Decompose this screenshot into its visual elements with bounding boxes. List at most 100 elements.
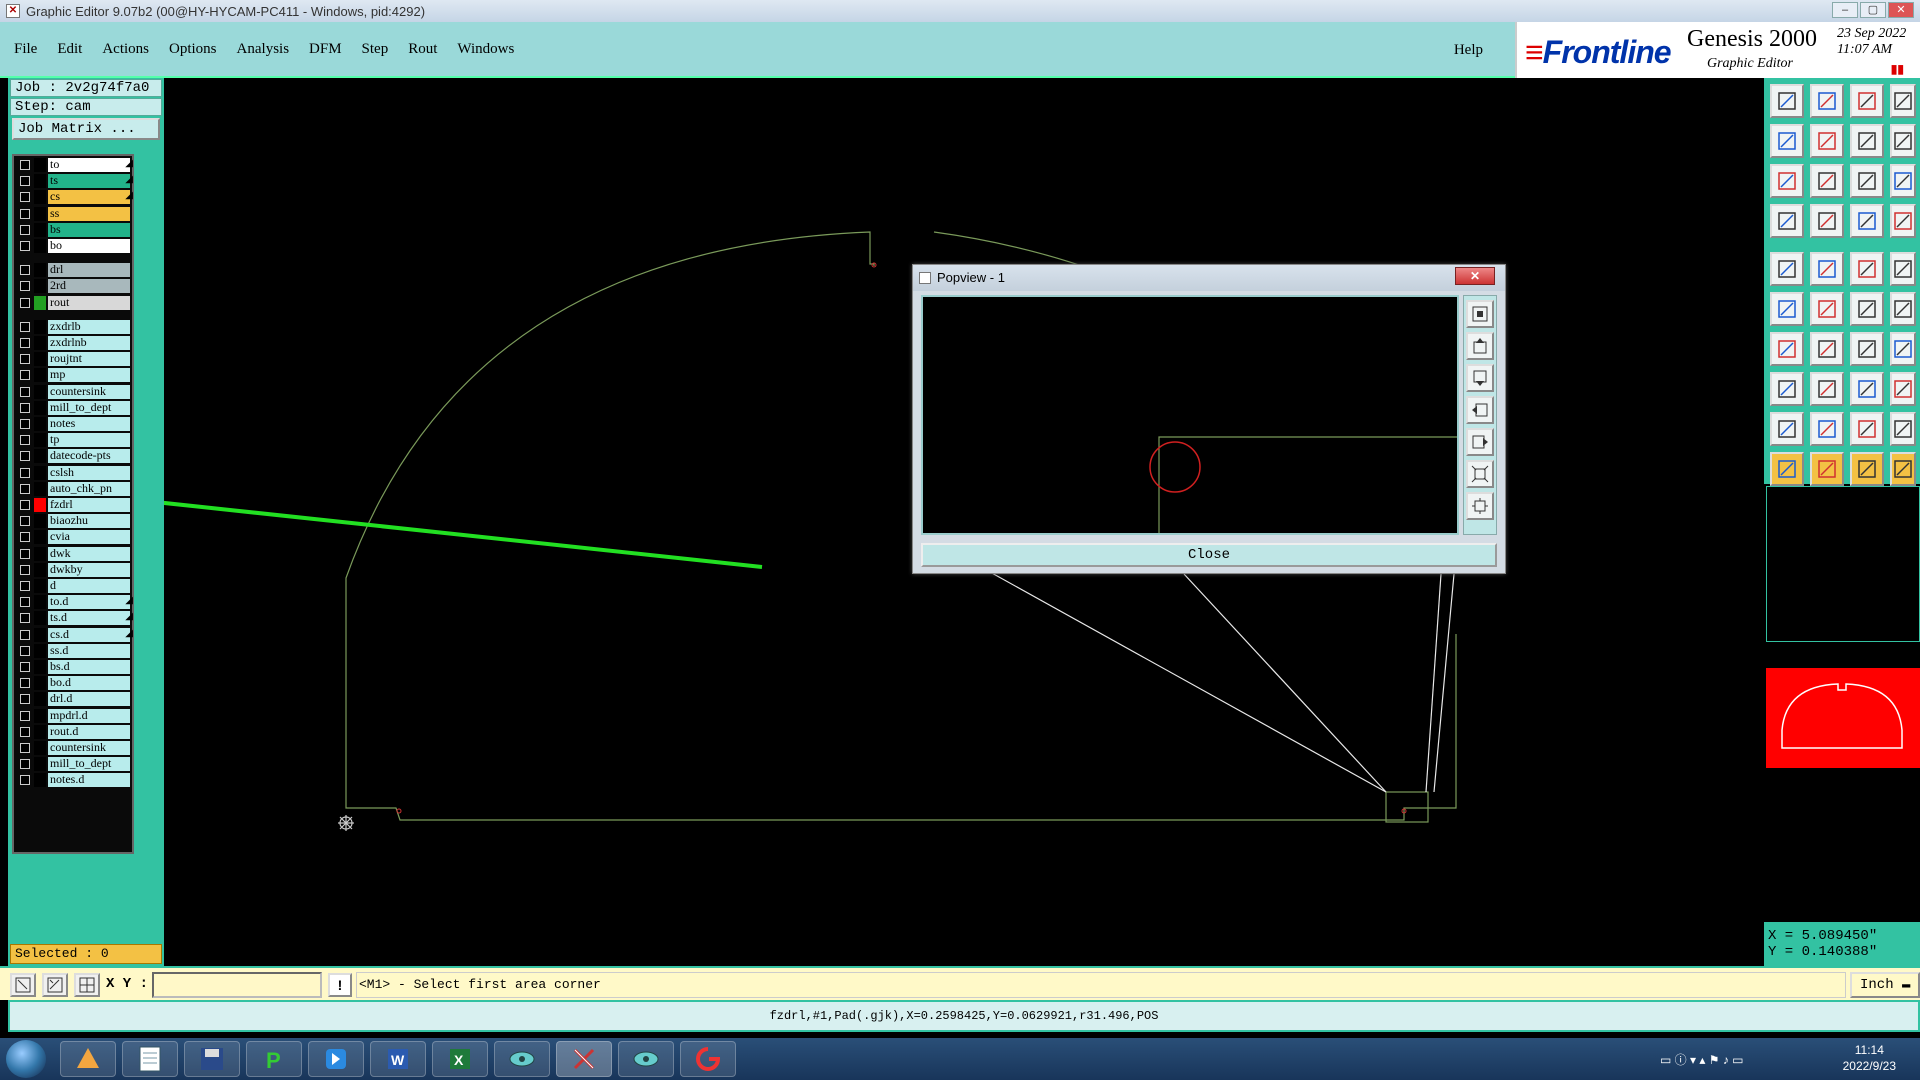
layer-row[interactable]: cslsh — [18, 465, 134, 480]
layer-row[interactable]: mpdrl.d — [18, 708, 134, 723]
layer-color-swatch[interactable] — [34, 757, 46, 772]
layer-row[interactable]: ss — [18, 206, 134, 221]
layer-checkbox[interactable] — [20, 321, 30, 332]
layer-checkbox[interactable] — [20, 710, 30, 721]
layer-row[interactable]: bs — [18, 222, 134, 237]
zoom-home-icon[interactable] — [1466, 300, 1494, 328]
layer-color-swatch[interactable] — [34, 773, 46, 788]
layer-checkbox[interactable] — [20, 759, 30, 770]
layer-row[interactable]: roujtnt — [18, 352, 134, 367]
link-icon[interactable] — [1850, 292, 1884, 326]
layer-row[interactable]: ts.d ◢ — [18, 611, 134, 626]
layer-color-swatch[interactable] — [34, 206, 46, 221]
layer-color-swatch[interactable] — [34, 562, 46, 577]
layer-label[interactable]: bo.d — [48, 676, 130, 691]
snap-icon[interactable] — [1770, 204, 1804, 238]
layer-row[interactable]: cvia — [18, 530, 134, 545]
select-path-icon[interactable] — [1890, 452, 1916, 486]
connect-icon[interactable] — [1810, 204, 1844, 238]
ruler-icon[interactable] — [1850, 252, 1884, 286]
cross-icon[interactable] — [1810, 292, 1844, 326]
layer-checkbox[interactable] — [20, 338, 30, 348]
layer-label[interactable]: auto_chk_pn — [48, 481, 130, 496]
layer-checkbox[interactable] — [20, 662, 30, 672]
tray-clock[interactable]: 11:14 2022/9/23 — [1843, 1042, 1896, 1074]
layer-checkbox[interactable] — [20, 402, 30, 413]
pointer-move-icon[interactable] — [1850, 452, 1884, 486]
units-selector[interactable]: Inch ▬ — [1850, 972, 1920, 998]
layer-label[interactable]: biaozhu — [48, 514, 130, 529]
center-icon[interactable] — [1850, 372, 1884, 406]
taskbar-red-app-icon[interactable] — [680, 1041, 736, 1077]
help-icon[interactable] — [1890, 164, 1916, 198]
pan-left-icon[interactable] — [1466, 396, 1494, 424]
layer-checkbox[interactable] — [20, 548, 30, 559]
maximize-button[interactable]: ▢ — [1860, 2, 1886, 18]
triangle-a-icon[interactable] — [1810, 412, 1844, 446]
layer-checkbox[interactable] — [20, 500, 30, 510]
route-icon[interactable] — [1890, 124, 1916, 158]
layer-color-swatch[interactable] — [34, 611, 46, 626]
layer-label[interactable]: ss.d — [48, 643, 130, 658]
layer-checkbox[interactable] — [20, 581, 30, 591]
popview-viewport[interactable] — [921, 295, 1459, 535]
layer-color-swatch[interactable] — [34, 400, 46, 415]
taskbar-notepad-icon[interactable] — [122, 1041, 178, 1077]
layer-color-swatch[interactable] — [34, 660, 46, 674]
layer-label[interactable]: dwkby — [48, 562, 130, 577]
layer-color-swatch[interactable] — [34, 692, 46, 707]
pan-right-icon[interactable] — [1466, 428, 1494, 456]
layer-row[interactable]: rout.d — [18, 724, 134, 739]
layer-label[interactable]: ss — [48, 206, 130, 221]
layer-row[interactable]: 2rd — [18, 279, 134, 294]
layer-label[interactable]: drl.d — [48, 692, 130, 707]
layer-checkbox[interactable] — [20, 564, 30, 575]
layer-checkbox[interactable] — [20, 532, 30, 543]
layer-row[interactable]: zxdrlnb — [18, 336, 134, 350]
layer-checkbox[interactable] — [20, 386, 30, 397]
layer-color-swatch[interactable] — [34, 352, 46, 367]
layer-color-swatch[interactable] — [34, 498, 46, 512]
layer-checkbox[interactable] — [20, 775, 30, 786]
arc-link-icon[interactable] — [1890, 292, 1916, 326]
layer-label[interactable]: mill_to_dept — [48, 400, 130, 415]
rotate-icon[interactable] — [1850, 332, 1884, 366]
layer-row[interactable]: notes.d — [18, 773, 134, 788]
layer-row[interactable]: bo — [18, 239, 134, 253]
minimize-button[interactable]: – — [1832, 2, 1858, 18]
layer-color-swatch[interactable] — [34, 579, 46, 593]
menu-analysis[interactable]: Analysis — [235, 39, 292, 60]
layer-label[interactable]: roujtnt — [48, 352, 130, 367]
cluster-icon[interactable] — [1890, 372, 1916, 406]
layer-label[interactable]: mp — [48, 368, 130, 383]
layer-row[interactable]: mill_to_dept — [18, 757, 134, 772]
layer-checkbox[interactable] — [20, 645, 30, 656]
layer-label[interactable]: tp — [48, 433, 130, 448]
taskbar-eye-app-icon[interactable] — [494, 1041, 550, 1077]
layer-row[interactable]: to ◢ — [18, 158, 134, 172]
layer-checkbox[interactable] — [20, 419, 30, 429]
layer-label[interactable]: d — [48, 579, 130, 593]
layer-row[interactable]: dwk — [18, 546, 134, 561]
popview-close-icon[interactable]: ✕ — [1455, 267, 1495, 285]
menu-step[interactable]: Step — [360, 39, 391, 60]
flip-icon[interactable] — [1850, 124, 1884, 158]
layer-checkbox[interactable] — [20, 613, 30, 624]
line-angle-icon[interactable] — [1810, 252, 1844, 286]
popview-close-button[interactable]: Close — [921, 543, 1497, 567]
layer-color-swatch[interactable] — [34, 319, 46, 334]
layer-checkbox[interactable] — [20, 370, 30, 381]
start-button[interactable] — [6, 1040, 46, 1078]
taskbar-shell-icon[interactable] — [60, 1041, 116, 1077]
layer-label[interactable]: cslsh — [48, 465, 130, 480]
pan-right-icon[interactable] — [1810, 124, 1844, 158]
layer-row[interactable]: tp — [18, 433, 134, 448]
layer-row[interactable]: drl.d — [18, 692, 134, 707]
layer-row[interactable]: rout — [18, 295, 134, 310]
job-matrix-button[interactable]: Job Matrix ... — [12, 118, 160, 140]
home-icon[interactable] — [1850, 84, 1884, 118]
pad-icon[interactable] — [1770, 252, 1804, 286]
xy-input[interactable] — [152, 972, 322, 998]
layer-color-swatch[interactable] — [34, 222, 46, 237]
layer-color-swatch[interactable] — [34, 433, 46, 448]
